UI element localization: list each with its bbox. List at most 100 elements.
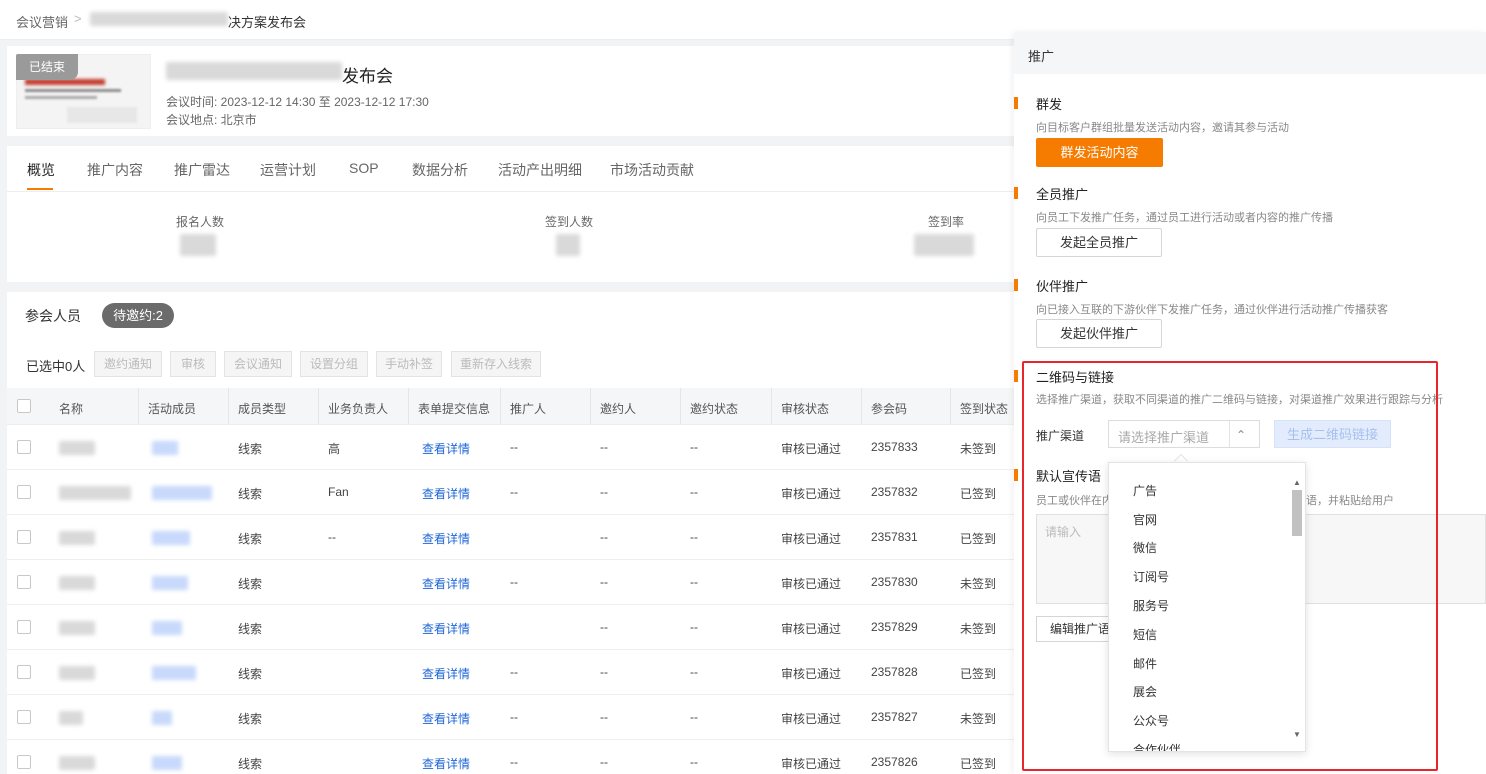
col-form-info: 表单提交信息 xyxy=(418,402,491,416)
channel-option[interactable]: 广告 xyxy=(1133,482,1157,499)
select-all-checkbox[interactable] xyxy=(17,399,31,413)
stat-value-registered-redacted xyxy=(180,234,216,256)
channel-option[interactable]: 合作伙伴 xyxy=(1133,741,1181,751)
manual-signin-button[interactable]: 手动补签 xyxy=(376,351,442,377)
qrcode-title: 二维码与链接 xyxy=(1036,370,1115,385)
tab-overview[interactable]: 概览 xyxy=(27,160,55,180)
channel-option[interactable]: 公众号 xyxy=(1133,712,1169,729)
col-invite-status: 邀约状态 xyxy=(690,402,739,416)
audit-status: 审核已通过 xyxy=(781,487,842,501)
promoter: -- xyxy=(510,665,518,679)
channel-option[interactable]: 服务号 xyxy=(1133,597,1169,614)
column-divider xyxy=(590,388,591,425)
tab-bar: 概览 推广内容 推广雷达 运营计划 SOP 数据分析 活动产出明细 市场活动贡献 xyxy=(7,146,1017,192)
partner-promo-desc: 向已接入互联的下游伙伴下发推广任务，通过伙伴进行活动推广传播获客 xyxy=(1036,304,1388,316)
partner-promo-title: 伙伴推广 xyxy=(1036,279,1089,294)
channel-option[interactable]: 官网 xyxy=(1133,511,1157,528)
tab-promo-radar[interactable]: 推广雷达 xyxy=(174,160,230,180)
row-checkbox[interactable] xyxy=(17,755,31,769)
dropdown-scroll-thumb[interactable] xyxy=(1292,490,1302,536)
set-group-button[interactable]: 设置分组 xyxy=(300,351,368,377)
owner: -- xyxy=(328,530,336,544)
staff-promo-button[interactable]: 发起全员推广 xyxy=(1036,228,1162,257)
channel-option[interactable]: 展会 xyxy=(1133,683,1157,700)
channel-option[interactable]: 订阅号 xyxy=(1133,568,1169,585)
breadcrumb-current: 决方案发布会 xyxy=(228,15,307,30)
member-redacted[interactable] xyxy=(152,531,190,545)
signin-status: 已签到 xyxy=(960,532,997,546)
tab-sop[interactable]: SOP xyxy=(349,160,379,176)
stat-label-signin-rate: 签到率 xyxy=(928,215,965,229)
name-redacted xyxy=(59,621,95,635)
col-audit-status: 审核状态 xyxy=(781,402,830,416)
tab-data-analysis[interactable]: 数据分析 xyxy=(412,160,468,180)
audit-button[interactable]: 审核 xyxy=(170,351,216,377)
member-redacted[interactable] xyxy=(152,711,172,725)
scroll-down-icon[interactable]: ▼ xyxy=(1293,730,1301,739)
view-detail-link[interactable]: 查看详情 xyxy=(422,755,470,772)
promotion-panel-title: 推广 xyxy=(1028,49,1055,64)
chevron-up-icon[interactable]: ⌃ xyxy=(1236,428,1246,442)
breadcrumb-root-link[interactable]: 会议营销 xyxy=(16,12,68,31)
mass-send-button[interactable]: 群发活动内容 xyxy=(1036,138,1163,167)
tab-market-contribution[interactable]: 市场活动贡献 xyxy=(610,160,694,180)
meeting-notify-button[interactable]: 会议通知 xyxy=(224,351,292,377)
edit-slogan-button[interactable]: 编辑推广语 xyxy=(1036,616,1116,642)
channel-option[interactable]: 邮件 xyxy=(1133,655,1157,672)
member-redacted[interactable] xyxy=(152,486,212,500)
row-checkbox[interactable] xyxy=(17,620,31,634)
member-redacted[interactable] xyxy=(152,756,182,770)
scroll-up-icon[interactable]: ▲ xyxy=(1293,478,1301,487)
view-detail-link[interactable]: 查看详情 xyxy=(422,710,470,727)
section-marker xyxy=(1014,370,1018,382)
view-detail-link[interactable]: 查看详情 xyxy=(422,530,470,547)
tab-output-detail[interactable]: 活动产出明细 xyxy=(498,160,582,180)
row-checkbox[interactable] xyxy=(17,530,31,544)
view-detail-link[interactable]: 查看详情 xyxy=(422,440,470,457)
partner-promo-button[interactable]: 发起伙伴推广 xyxy=(1036,319,1162,348)
row-checkbox[interactable] xyxy=(17,710,31,724)
view-detail-link[interactable]: 查看详情 xyxy=(422,665,470,682)
member-type: 线索 xyxy=(238,757,263,771)
row-checkbox[interactable] xyxy=(17,665,31,679)
col-inviter: 邀约人 xyxy=(600,402,637,416)
promoter: -- xyxy=(510,485,518,499)
col-promoter: 推广人 xyxy=(510,402,547,416)
channel-option[interactable]: 微信 xyxy=(1133,539,1157,556)
name-redacted xyxy=(59,531,95,545)
tab-promo-content[interactable]: 推广内容 xyxy=(87,160,143,180)
row-checkbox[interactable] xyxy=(17,575,31,589)
member-redacted[interactable] xyxy=(152,621,182,635)
slogan-desc-end: 语，并粘贴给用户 xyxy=(1306,495,1394,507)
tab-ops-plan[interactable]: 运营计划 xyxy=(260,160,316,180)
stat-value-signed-in-redacted xyxy=(556,234,580,256)
member-type: 线索 xyxy=(238,442,263,456)
invite-status: -- xyxy=(690,665,698,679)
pending-invite-pill[interactable]: 待邀约:2 xyxy=(102,303,174,328)
column-divider xyxy=(228,388,229,425)
section-marker xyxy=(1014,469,1018,481)
resave-lead-button[interactable]: 重新存入线索 xyxy=(451,351,541,377)
view-detail-link[interactable]: 查看详情 xyxy=(422,620,470,637)
row-checkbox[interactable] xyxy=(17,485,31,499)
invite-notify-button[interactable]: 邀约通知 xyxy=(94,351,162,377)
member-redacted[interactable] xyxy=(152,441,178,455)
participants-tab[interactable]: 参会人员 xyxy=(25,306,81,326)
member-redacted[interactable] xyxy=(152,666,196,680)
channel-option[interactable]: 短信 xyxy=(1133,626,1157,643)
column-divider xyxy=(318,388,319,425)
status-badge: 已结束 xyxy=(16,54,78,80)
meeting-code: 2357828 xyxy=(871,665,918,679)
table-row: 线索 Fan 查看详情 -- -- -- 审核已通过 2357832 已签到 xyxy=(7,470,1017,515)
signin-status: 未签到 xyxy=(960,442,997,456)
row-checkbox[interactable] xyxy=(17,440,31,454)
col-signin-status: 签到状态 xyxy=(960,402,1009,416)
member-redacted[interactable] xyxy=(152,576,188,590)
invite-status: -- xyxy=(690,485,698,499)
generate-qrcode-button[interactable]: 生成二维码链接 xyxy=(1274,420,1391,448)
view-detail-link[interactable]: 查看详情 xyxy=(422,485,470,502)
meeting-place: 会议地点: 北京市 xyxy=(166,113,257,127)
view-detail-link[interactable]: 查看详情 xyxy=(422,575,470,592)
slogan-desc-start: 员工或伙伴在内 xyxy=(1036,495,1113,507)
section-marker xyxy=(1014,279,1018,291)
